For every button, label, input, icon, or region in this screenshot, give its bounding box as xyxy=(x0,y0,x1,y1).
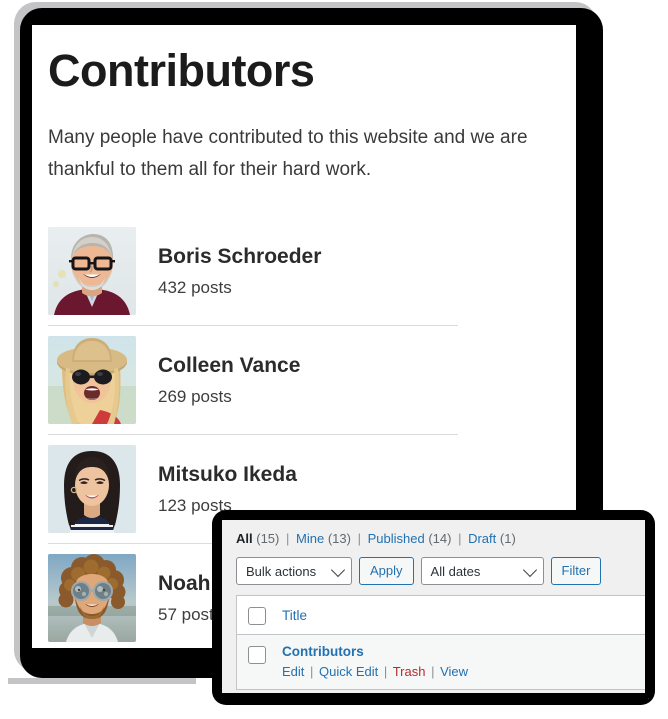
row-action-quick-edit[interactable]: Quick Edit xyxy=(319,664,378,679)
subview-count-draft: (1) xyxy=(499,531,516,546)
post-status-filter-list: All (15) | Mine (13) | Published (14) | … xyxy=(222,520,645,548)
contributor-info: Boris Schroeder 432 posts xyxy=(158,244,321,299)
contributor-post-count: 269 posts xyxy=(158,386,232,406)
row-action-trash[interactable]: Trash xyxy=(393,664,426,679)
subview-link-published[interactable]: Published xyxy=(368,531,425,546)
wordpress-posts-list-panel: All (15) | Mine (13) | Published (14) | … xyxy=(222,520,645,693)
row-action-separator: | xyxy=(431,664,435,680)
subview-separator: | xyxy=(458,531,462,546)
row-action-view[interactable]: View xyxy=(440,664,468,679)
subview-separator: | xyxy=(286,531,290,546)
apply-button[interactable]: Apply xyxy=(359,557,414,586)
select-all-checkbox[interactable] xyxy=(248,607,266,626)
subview-count-published: (14) xyxy=(428,531,452,546)
subview-link-all[interactable]: All xyxy=(236,531,253,546)
row-select-checkbox[interactable] xyxy=(248,646,266,665)
table-navigation-bar: Bulk actions Apply All dates Filter xyxy=(222,548,645,595)
table-header-cell-title: Title xyxy=(282,608,307,623)
column-header-title-link[interactable]: Title xyxy=(282,608,307,623)
subview-count-mine: (13) xyxy=(327,531,351,546)
chevron-down-icon xyxy=(522,563,537,578)
contributor-row: Boris Schroeder 432 posts xyxy=(48,217,458,326)
contributor-info: Mitsuko Ikeda 123 posts xyxy=(158,462,297,517)
bulk-actions-select[interactable]: Bulk actions xyxy=(236,557,352,586)
page-title: Contributors xyxy=(48,45,315,96)
bulk-actions-selected-value: Bulk actions xyxy=(246,563,317,579)
subview-link-draft[interactable]: Draft xyxy=(468,531,496,546)
chevron-down-icon xyxy=(330,563,346,578)
table-cell-title: Contributors Edit | Quick Edit | Trash |… xyxy=(282,644,468,679)
subview-count-all: (15) xyxy=(256,531,280,546)
post-title-link[interactable]: Contributors xyxy=(282,644,468,659)
table-row: Contributors Edit | Quick Edit | Trash |… xyxy=(237,635,645,690)
contributor-name: Mitsuko Ikeda xyxy=(158,462,297,486)
contributor-post-count: 432 posts xyxy=(158,277,232,297)
avatar-noah-b xyxy=(48,553,136,642)
filter-button[interactable]: Filter xyxy=(550,557,602,586)
avatar-boris-schroeder xyxy=(48,226,136,315)
contributor-row: Colleen Vance 269 posts xyxy=(48,326,458,435)
date-filter-select[interactable]: All dates xyxy=(420,557,544,586)
contributor-info: Colleen Vance 269 posts xyxy=(158,353,300,408)
page-surface-below xyxy=(8,684,196,719)
row-action-separator: | xyxy=(310,664,314,680)
date-filter-selected-value: All dates xyxy=(430,563,481,579)
table-header-row: Title xyxy=(237,596,645,636)
contributor-name: Boris Schroeder xyxy=(158,244,322,268)
subview-separator: | xyxy=(357,531,361,546)
page-intro-text: Many people have contributed to this web… xyxy=(48,126,528,181)
row-action-edit[interactable]: Edit xyxy=(282,664,304,679)
row-action-separator: | xyxy=(383,664,388,680)
avatar-colleen-vance xyxy=(48,335,136,424)
contributor-name: Colleen Vance xyxy=(158,353,301,377)
subview-link-mine[interactable]: Mine xyxy=(296,531,324,546)
avatar-mitsuko-ikeda xyxy=(48,444,136,533)
posts-table: Title Contributors Edit | Quick Edit | T… xyxy=(236,595,645,691)
row-actions: Edit | Quick Edit | Trash | View xyxy=(282,664,468,679)
